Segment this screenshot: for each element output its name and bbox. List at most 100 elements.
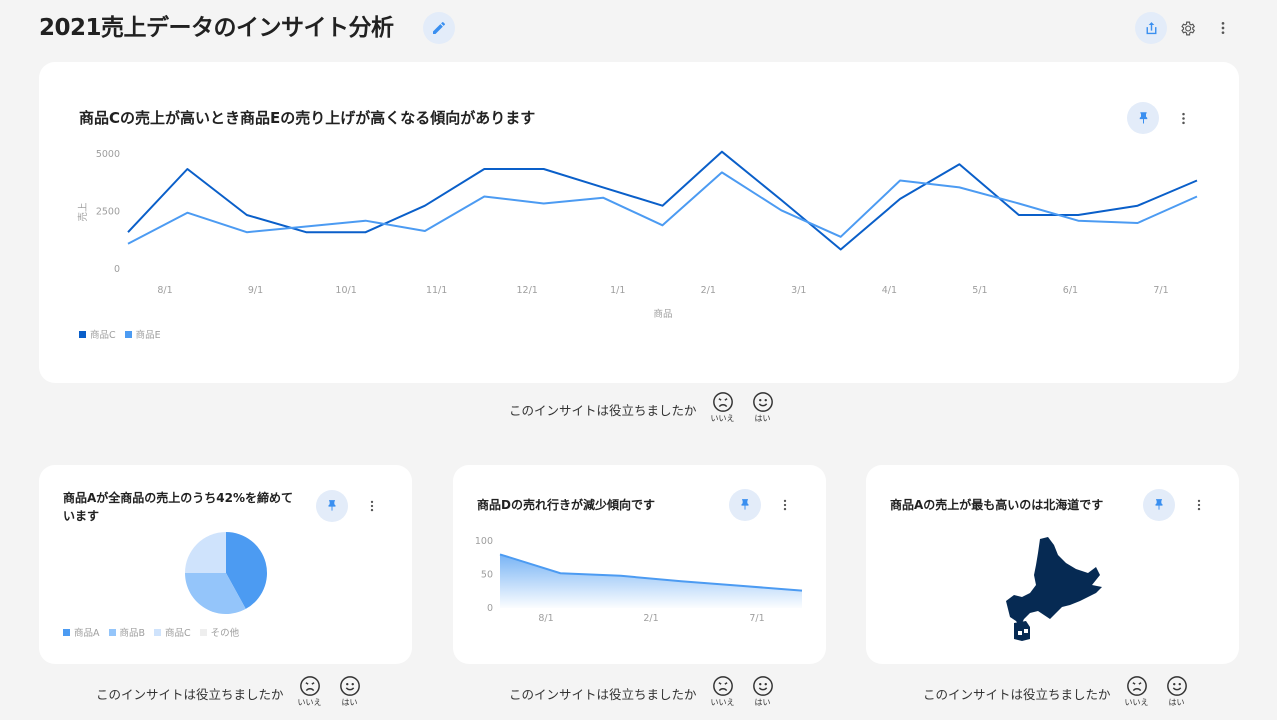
legend-item: 商品A <box>63 625 100 639</box>
feedback-no-label: いいえ <box>710 414 735 423</box>
card-more-button[interactable] <box>1183 489 1215 521</box>
more-vert-icon <box>1221 22 1225 34</box>
share-button[interactable] <box>1135 12 1167 44</box>
x-tick-label: 11/1 <box>426 285 447 296</box>
legend-label: 商品C <box>90 330 116 341</box>
insight-card-area: 商品Dの売れ行きが減少傾向です 100 50 0 8/1 2/1 7/1 <box>453 465 826 664</box>
insight-title: 商品Aの売上が最も高いのは北海道です <box>890 498 1104 512</box>
y-tick-label: 2500 <box>96 207 120 218</box>
sad-face-icon <box>712 676 733 696</box>
pie-slice <box>185 532 226 573</box>
pin-button[interactable] <box>1127 102 1159 134</box>
legend-label: 商品A <box>74 628 100 639</box>
smile-face-icon <box>752 392 773 412</box>
legend-swatch <box>124 330 132 338</box>
y-tick-label: 50 <box>481 570 493 581</box>
legend-swatch <box>63 628 70 636</box>
feedback-yes-label: はい <box>341 698 358 707</box>
page-title: 2021売上データのインサイト分析 <box>39 15 394 41</box>
x-tick-label: 9/1 <box>248 285 263 296</box>
x-tick-label: 6/1 <box>1063 285 1078 296</box>
series-line-2 <box>127 171 1198 245</box>
y-tick-label: 5000 <box>96 149 120 160</box>
legend-item: 商品C <box>154 625 191 639</box>
series-line-1 <box>127 150 1198 251</box>
x-tick-label: 8/1 <box>157 285 172 296</box>
pencil-icon <box>433 21 446 34</box>
pin-button[interactable] <box>729 489 761 521</box>
legend-item: 商品C <box>79 327 116 341</box>
x-tick-label: 7/1 <box>749 613 764 624</box>
legend-item: 商品E <box>124 327 161 341</box>
legend-item: その他 <box>199 625 239 639</box>
feedback-yes-label: はい <box>754 698 771 707</box>
pin-icon <box>1155 499 1163 510</box>
more-vert-icon <box>370 500 374 512</box>
pin-button[interactable] <box>316 490 348 522</box>
legend-swatch <box>79 330 86 338</box>
sad-face-icon <box>712 392 733 412</box>
edit-title-button[interactable] <box>423 12 455 44</box>
x-tick-label: 1/1 <box>610 285 625 296</box>
y-tick-label: 100 <box>475 536 493 547</box>
feedback-no-label: いいえ <box>710 698 735 707</box>
legend-swatch <box>108 628 116 636</box>
feedback-question: このインサイトは役立ちましたか <box>509 403 697 418</box>
insight-card-map: 商品Aの売上が最も高いのは北海道です <box>866 465 1239 664</box>
feedback-yes-button[interactable]: はい <box>749 675 777 708</box>
smile-face-icon <box>752 676 773 696</box>
feedback-no-button[interactable]: いいえ <box>709 675 737 708</box>
card-more-button[interactable] <box>356 490 388 522</box>
feedback-question: このインサイトは役立ちましたか <box>923 687 1111 702</box>
feedback-yes-button[interactable]: はい <box>336 675 364 708</box>
legend-item: 商品B <box>108 625 146 639</box>
feedback-map: このインサイトは役立ちましたか いいえ はい <box>923 675 1191 708</box>
x-tick-label: 12/1 <box>517 285 538 296</box>
y-tick-label: 0 <box>487 603 493 614</box>
feedback-main: このインサイトは役立ちましたか いいえ はい <box>509 391 777 424</box>
hokkaido-map <box>1006 537 1102 641</box>
insight-card-pie: 商品Aが全商品の売上のうち42%を締めています 商品A 商品B 商品C その他 <box>39 465 412 664</box>
share-icon <box>1146 21 1156 34</box>
x-tick-label: 5/1 <box>972 285 987 296</box>
insight-title: 商品Dの売れ行きが減少傾向です <box>477 498 655 512</box>
feedback-no-button[interactable]: いいえ <box>296 675 324 708</box>
feedback-no-label: いいえ <box>297 698 322 707</box>
legend-label: 商品B <box>119 628 146 639</box>
legend-swatch <box>199 628 207 636</box>
sad-face-icon <box>299 676 320 696</box>
card-more-button[interactable] <box>1167 102 1199 134</box>
chart-legend: 商品C 商品E <box>79 327 170 341</box>
insight-title: 商品Aが全商品の売上のうち42%を締めています <box>63 491 294 523</box>
map-region-hokkaido <box>1006 537 1102 627</box>
feedback-no-label: いいえ <box>1124 698 1149 707</box>
pin-icon <box>741 499 749 510</box>
x-tick-label: 2/1 <box>701 285 716 296</box>
area-fill <box>500 554 802 608</box>
feedback-yes-button[interactable]: はい <box>749 391 777 424</box>
pin-button[interactable] <box>1143 489 1175 521</box>
y-axis-label: 売上 <box>77 202 89 222</box>
pin-icon <box>328 500 336 511</box>
feedback-question: このインサイトは役立ちましたか <box>96 687 284 702</box>
more-vert-icon <box>1197 499 1201 511</box>
settings-button[interactable] <box>1171 12 1203 44</box>
feedback-yes-button[interactable]: はい <box>1163 675 1191 708</box>
line-chart: 5000 2500 0 売上 8/1 9/1 10/1 11/1 12/1 1/1 2/1 3/1 4/… <box>77 149 1198 320</box>
gear-icon <box>1180 21 1195 35</box>
chart-legend: 商品A 商品B 商品C その他 <box>63 625 248 639</box>
x-tick-label: 8/1 <box>538 613 553 624</box>
card-more-button[interactable] <box>769 489 801 521</box>
y-tick-label: 0 <box>114 264 120 275</box>
more-options-button[interactable] <box>1207 12 1239 44</box>
feedback-no-button[interactable]: いいえ <box>1123 675 1151 708</box>
legend-swatch <box>154 628 162 636</box>
insight-title: 商品Cの売上が高いとき商品Eの売り上げが高くなる傾向があります <box>79 109 536 127</box>
feedback-pie: このインサイトは役立ちましたか いいえ はい <box>96 675 364 708</box>
feedback-no-button[interactable]: いいえ <box>709 391 737 424</box>
smile-face-icon <box>339 676 360 696</box>
x-tick-label: 4/1 <box>882 285 897 296</box>
x-tick-label: 3/1 <box>791 285 806 296</box>
more-vert-icon <box>1181 112 1185 124</box>
feedback-area: このインサイトは役立ちましたか いいえ はい <box>509 675 777 708</box>
